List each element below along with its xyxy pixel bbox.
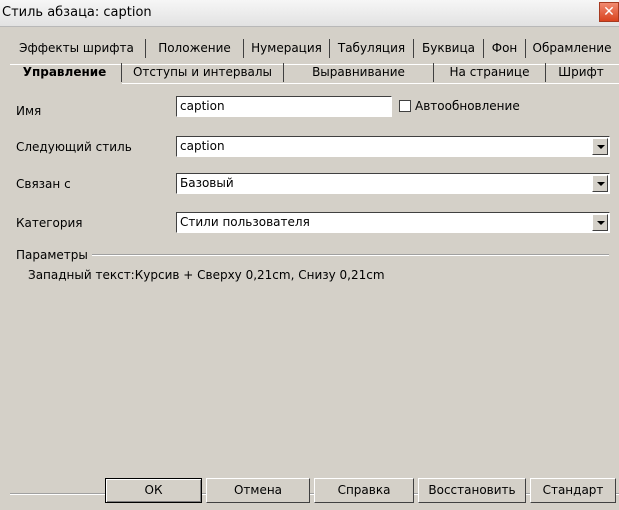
tab-font[interactable]: Шрифт: [546, 63, 616, 82]
standard-button[interactable]: Стандарт: [530, 478, 616, 503]
chevron-down-icon: [597, 221, 605, 225]
next-style-value: caption: [180, 139, 225, 153]
tab-numbering[interactable]: Нумерация: [244, 39, 330, 58]
tab-font-effects[interactable]: Эффекты шрифта: [8, 39, 146, 58]
dialog-body: Эффекты шрифта Положение Нумерация Табул…: [0, 27, 619, 510]
tab-indents-spacing[interactable]: Отступы и интервалы: [122, 63, 284, 82]
category-dropdown[interactable]: Стили пользователя: [176, 212, 610, 233]
help-button[interactable]: Справка: [314, 478, 414, 503]
tab-tabs[interactable]: Табуляция: [330, 39, 414, 58]
next-style-dropdown-button[interactable]: [592, 138, 608, 155]
chevron-down-icon: [597, 145, 605, 149]
chevron-down-icon: [597, 182, 605, 186]
title-bar: Стиль абзаца: caption ✕: [0, 0, 619, 27]
tab-background[interactable]: Фон: [484, 39, 526, 58]
tab-alignment[interactable]: Выравнивание: [284, 63, 434, 82]
autoupdate-checkbox[interactable]: [399, 100, 411, 112]
params-title: Параметры: [16, 248, 88, 262]
tab-text-flow[interactable]: На странице: [434, 63, 546, 82]
next-style-label: Следующий стиль: [16, 140, 132, 154]
linked-dropdown-button[interactable]: [592, 175, 608, 192]
linked-label: Связан с: [16, 177, 71, 191]
params-text: Западный текст:Курсив + Сверху 0,21cm, С…: [28, 268, 385, 282]
category-dropdown-button[interactable]: [592, 214, 608, 231]
tab-drop-caps[interactable]: Буквица: [414, 39, 484, 58]
autoupdate-label: Автообновление: [415, 99, 520, 113]
params-separator: [92, 254, 609, 256]
reset-button[interactable]: Восстановить: [418, 478, 526, 503]
name-input[interactable]: caption: [176, 96, 392, 117]
close-button[interactable]: ✕: [599, 2, 619, 22]
name-label: Имя: [16, 104, 42, 118]
category-label: Категория: [16, 216, 83, 230]
category-value: Стили пользователя: [180, 215, 310, 229]
active-tab-divider: [122, 83, 619, 84]
tab-position[interactable]: Положение: [146, 39, 244, 58]
tab-borders[interactable]: Обрамление: [526, 39, 618, 58]
tab-organizer[interactable]: Управление: [8, 63, 122, 82]
linked-dropdown[interactable]: Базовый: [176, 173, 610, 194]
linked-value: Базовый: [180, 176, 234, 190]
close-icon: ✕: [603, 4, 615, 20]
next-style-dropdown[interactable]: caption: [176, 136, 610, 157]
ok-button[interactable]: ОК: [105, 478, 202, 503]
cancel-button[interactable]: Отмена: [206, 478, 310, 503]
window-title: Стиль абзаца: caption: [2, 5, 152, 20]
